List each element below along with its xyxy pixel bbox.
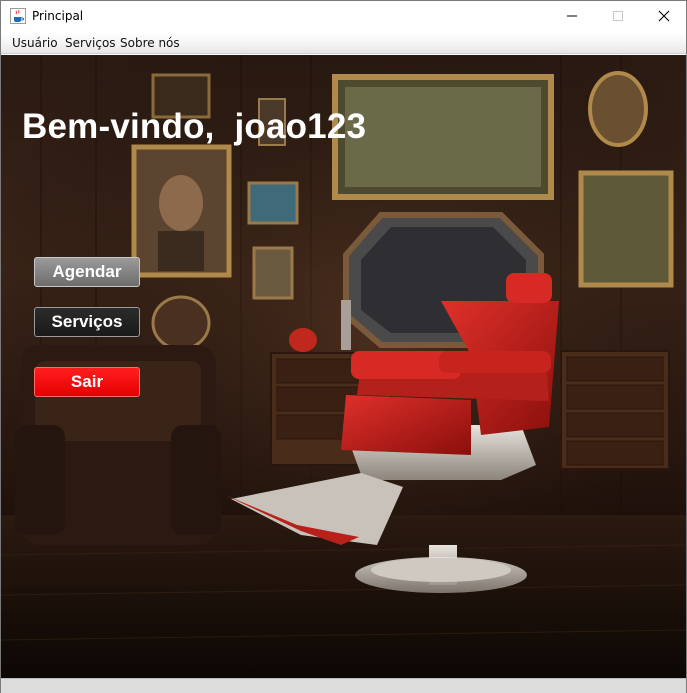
maximize-button[interactable] <box>595 1 641 31</box>
window-title: Principal <box>32 9 84 23</box>
menu-servicos[interactable]: Serviços <box>65 36 116 50</box>
title-bar[interactable]: Principal <box>1 1 686 32</box>
maximize-icon <box>613 11 623 21</box>
agendar-button-label: Agendar <box>52 262 122 281</box>
main-panel: Bem-vindo, joao123 Agendar Serviços Sair <box>1 55 686 678</box>
welcome-prefix: Bem-vindo, <box>22 107 215 146</box>
minimize-button[interactable] <box>549 1 595 31</box>
sair-button-label: Sair <box>70 372 104 391</box>
agendar-button[interactable]: Agendar <box>34 257 140 287</box>
window-bottom-border <box>1 678 686 693</box>
menu-sobre-nos[interactable]: Sobre nós <box>120 36 180 50</box>
username-label: joao123 <box>234 107 367 146</box>
menu-usuario[interactable]: Usuário <box>12 36 58 50</box>
minimize-icon <box>567 15 577 17</box>
sair-button[interactable]: Sair <box>34 367 140 397</box>
welcome-heading: Bem-vindo, joao123 <box>22 107 366 147</box>
servicos-button[interactable]: Serviços <box>34 307 140 337</box>
java-coffee-icon <box>10 8 26 24</box>
servicos-button-label: Serviços <box>51 312 123 331</box>
close-icon <box>658 10 670 22</box>
app-window: Principal Usuário Serviços Sobre nós Bem… <box>0 0 687 693</box>
close-button[interactable] <box>641 1 687 31</box>
menu-bar: Usuário Serviços Sobre nós <box>1 32 686 54</box>
